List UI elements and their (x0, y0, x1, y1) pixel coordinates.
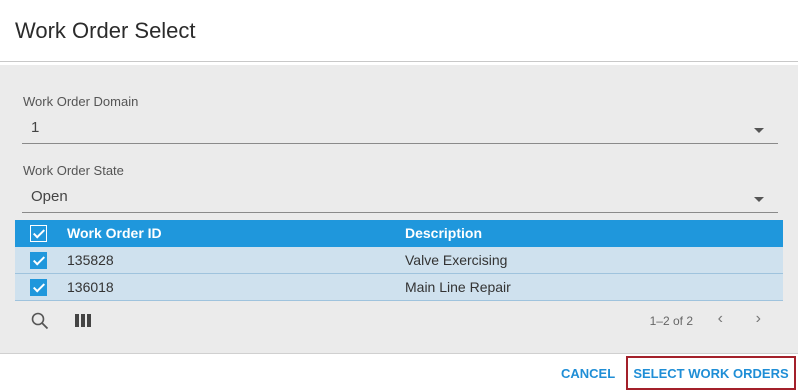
cancel-button[interactable]: CANCEL (561, 366, 615, 381)
column-header-description[interactable]: Description (405, 225, 482, 241)
domain-select[interactable]: 1 (22, 116, 778, 144)
table-row[interactable]: 136018 Main Line Repair (15, 274, 783, 301)
dialog-title: Work Order Select (15, 18, 196, 43)
domain-label: Work Order Domain (23, 94, 139, 109)
table-row[interactable]: 135828 Valve Exercising (15, 247, 783, 274)
grid-header: Work Order ID Description (15, 220, 783, 247)
row-description: Valve Exercising (405, 252, 508, 268)
pagination-info: 1–2 of 2 (649, 314, 693, 328)
dialog-header: Work Order Select (0, 0, 798, 62)
grid-footer: 1–2 of 2 ‹ › (15, 305, 783, 335)
chevron-right-icon[interactable]: › (756, 310, 761, 328)
row-id: 135828 (67, 252, 114, 268)
state-value: Open (31, 188, 68, 205)
row-checkbox-icon[interactable] (30, 279, 47, 296)
state-label: Work Order State (23, 163, 124, 178)
caret-down-icon (754, 197, 764, 202)
row-description: Main Line Repair (405, 279, 511, 295)
work-order-select-dialog: Work Order Select Work Order Domain 1 Wo… (0, 0, 798, 391)
state-select[interactable]: Open (22, 185, 778, 213)
column-header-id[interactable]: Work Order ID (67, 225, 162, 241)
select-all-checkbox-icon[interactable] (30, 225, 47, 242)
domain-value: 1 (31, 119, 40, 136)
work-order-grid: Work Order ID Description 135828 Valve E… (15, 220, 783, 301)
select-work-orders-button[interactable]: SELECT WORK ORDERS (626, 356, 796, 390)
caret-down-icon (754, 128, 764, 133)
row-checkbox-icon[interactable] (30, 252, 47, 269)
chevron-left-icon[interactable]: ‹ (718, 310, 723, 328)
dialog-actions: CANCEL SELECT WORK ORDERS (0, 355, 798, 391)
search-icon[interactable] (31, 312, 49, 330)
row-id: 136018 (67, 279, 114, 295)
columns-icon[interactable] (75, 314, 91, 327)
dialog-body: Work Order Domain 1 Work Order State Ope… (0, 65, 798, 354)
